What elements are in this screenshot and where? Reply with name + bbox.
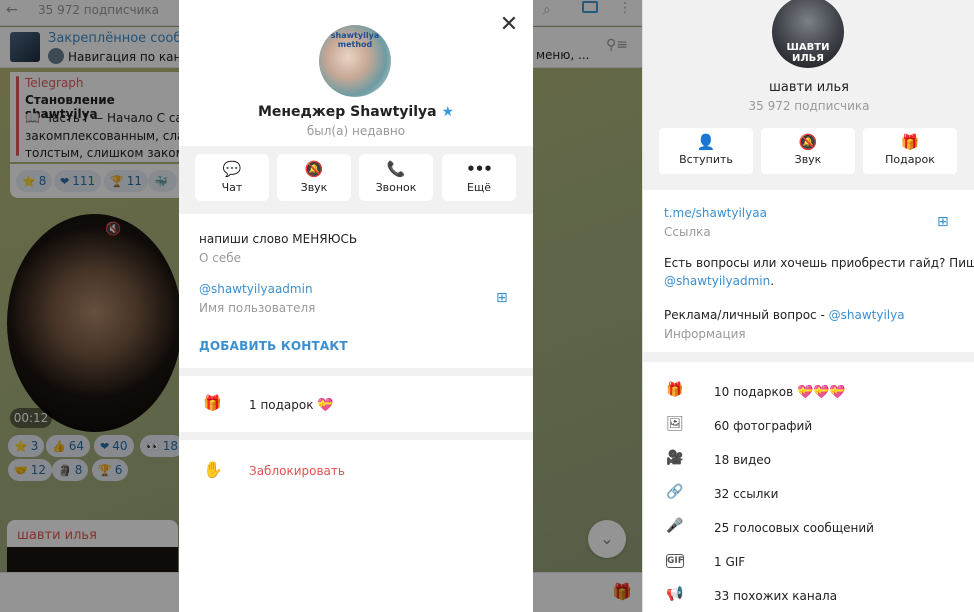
profile-name: Менеджер Shawtyilya ★	[257, 104, 455, 120]
gifts-label: 1 подарок 💝	[249, 398, 334, 413]
about-caption: О себе	[199, 251, 242, 265]
mute-icon: 🔕	[304, 160, 324, 178]
gift-label: Подарок	[885, 153, 935, 166]
channel-name: шавти илья	[769, 80, 849, 95]
megaphone-icon: 📢	[666, 586, 684, 602]
photo-icon: 🖼	[666, 416, 684, 432]
gift-button[interactable]: 🎁 Подарок	[863, 128, 957, 174]
sound-label: Звук	[794, 153, 822, 166]
channel-avatar-text: ШАВТИ ИЛЬЯ	[786, 42, 830, 64]
more-icon: •••	[466, 160, 493, 178]
profile-avatar[interactable]: shawtyilya method	[319, 25, 391, 97]
admin-mention-link[interactable]: @shawtyilyadmin	[664, 274, 770, 288]
gifts-row[interactable]: 🎁 1 подарок 💝	[179, 376, 533, 432]
section-divider	[179, 432, 533, 440]
gift-icon: 🎁	[900, 133, 920, 151]
channel-subscribers: 35 972 подписчика	[748, 99, 870, 113]
channel-description-line-3: Реклама/личный вопрос - @shawtyilya	[664, 308, 905, 322]
qr-code-icon[interactable]: ⊞	[937, 214, 949, 230]
video-icon: 🎥	[666, 450, 684, 466]
gif-icon: GIF	[666, 554, 684, 568]
more-label: Ещё	[466, 181, 492, 194]
channel-link-caption: Ссылка	[664, 225, 711, 239]
stat-label: 1 GIF	[714, 555, 746, 569]
gift-icon: 🎁	[203, 394, 222, 412]
stat-links[interactable]: 🔗 32 ссылки	[643, 478, 974, 512]
heart-gift-icons: 💝💝💝	[797, 385, 846, 400]
profile-actions-bar: 💬 Чат 🔕 Звук 📞 Звонок ••• Ещё	[179, 146, 533, 214]
join-button[interactable]: 👤 Вступить	[659, 128, 753, 174]
about-text: напиши слово МЕНЯЮСЬ	[199, 232, 358, 246]
block-label: Заблокировать	[249, 464, 345, 478]
call-button[interactable]: 📞 Звонок	[359, 154, 433, 201]
qr-code-icon[interactable]: ⊞	[496, 290, 508, 306]
hand-stop-icon: ✋	[203, 460, 223, 479]
section-divider	[179, 368, 533, 376]
add-contact-button[interactable]: ДОБАВИТЬ КОНТАКТ	[199, 339, 348, 353]
stat-voice-messages[interactable]: 🎤 25 голосовых сообщений	[643, 512, 974, 546]
channel-avatar[interactable]: ШАВТИ ИЛЬЯ	[772, 0, 844, 68]
stat-label: 60 фотографий	[714, 419, 813, 433]
heart-gift-icon: 💝	[317, 398, 334, 413]
stat-label: 32 ссылки	[714, 487, 779, 501]
phone-icon: 📞	[386, 160, 406, 178]
sound-button[interactable]: 🔕 Звук	[761, 128, 855, 174]
channel-stats-list: 🎁 10 подарков 💝💝💝 🖼 60 фотографий 🎥 18 в…	[643, 362, 974, 612]
stat-videos[interactable]: 🎥 18 видео	[643, 444, 974, 478]
stat-label: 25 голосовых сообщений	[714, 521, 874, 535]
user-profile-modal: ✕ shawtyilya method Менеджер Shawtyilya …	[179, 0, 533, 612]
link-icon: 🔗	[666, 484, 684, 500]
channel-description-line-1: Есть вопросы или хочешь приобрести гайд?…	[664, 256, 974, 270]
stat-label: 18 видео	[714, 453, 771, 467]
mic-icon: 🎤	[666, 518, 684, 534]
mute-icon: 🔕	[798, 133, 818, 151]
more-button[interactable]: ••• Ещё	[442, 154, 516, 201]
info-caption: Информация	[664, 327, 746, 341]
stat-label: 10 подарков 💝💝💝	[714, 385, 846, 400]
block-row[interactable]: ✋ Заблокировать	[179, 440, 533, 500]
owner-mention-link[interactable]: @shawtyilya	[829, 308, 905, 322]
close-button[interactable]: ✕	[497, 13, 521, 37]
join-icon: 👤	[696, 133, 716, 151]
channel-info-panel: ШАВТИ ИЛЬЯ шавти илья 35 972 подписчика …	[642, 0, 974, 612]
username-link[interactable]: @shawtyilyaadmin	[199, 282, 313, 296]
channel-link[interactable]: t.me/shawtyilyaa	[664, 206, 767, 220]
chat-button[interactable]: 💬 Чат	[195, 154, 269, 201]
avatar-logo-text: shawtyilya method	[330, 31, 380, 49]
channel-description-line-2: @shawtyilyadmin.	[664, 274, 775, 288]
profile-status: был(а) недавно	[306, 124, 406, 138]
stat-photos[interactable]: 🖼 60 фотографий	[643, 410, 974, 444]
username-caption: Имя пользователя	[199, 301, 316, 315]
call-label: Звонок	[375, 181, 417, 194]
channel-info-block: t.me/shawtyilyaa Ссылка ⊞ Есть вопросы и…	[643, 190, 974, 352]
verified-star-icon: ★	[441, 104, 455, 120]
stat-label: 33 похожих канала	[714, 589, 838, 603]
join-label: Вступить	[679, 153, 733, 166]
chat-icon: 💬	[222, 160, 242, 178]
sound-label: Звук	[300, 181, 328, 194]
stat-gifs[interactable]: GIF 1 GIF	[643, 546, 974, 580]
sound-button[interactable]: 🔕 Звук	[277, 154, 351, 201]
chat-label: Чат	[221, 181, 243, 194]
stat-similar-channels[interactable]: 📢 33 похожих канала	[643, 580, 974, 612]
stat-gifts[interactable]: 🎁 10 подарков 💝💝💝	[643, 376, 974, 410]
gift-icon: 🎁	[666, 382, 684, 398]
